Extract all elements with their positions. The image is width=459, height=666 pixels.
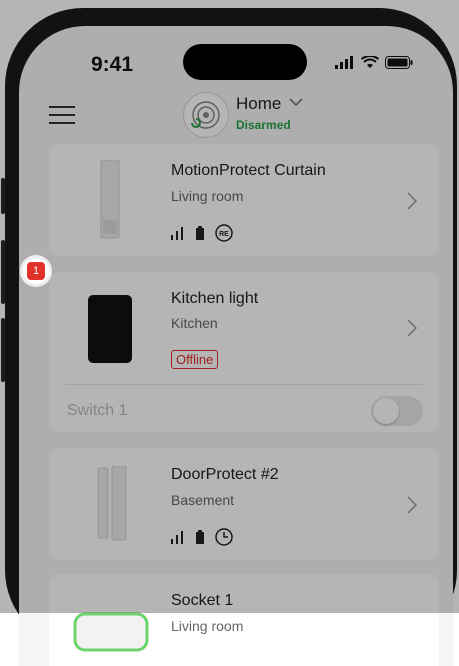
chevron-right-icon[interactable] — [407, 192, 417, 210]
alert-count-badge[interactable]: 1 — [23, 258, 49, 284]
phone-frame: 9:41 Home Disarmed MotionProtect Curtain… — [1, 8, 457, 666]
signal-icon — [171, 227, 183, 240]
device-name: Socket 1 — [171, 592, 234, 609]
signal-icon — [335, 56, 353, 69]
re-icon: RE — [215, 224, 233, 242]
device-image-light-switch — [88, 295, 132, 363]
app-header: Home Disarmed — [19, 88, 453, 140]
device-indicators — [171, 528, 233, 546]
offline-badge: Offline — [171, 350, 219, 369]
divider — [65, 384, 423, 385]
device-card-doorprotect[interactable]: DoorProtect #2 Basement — [49, 448, 439, 560]
dynamic-island — [183, 44, 307, 80]
menu-icon — [49, 106, 75, 108]
clock-icon — [215, 528, 233, 546]
device-card-motionprotect[interactable]: MotionProtect Curtain Living room RE — [49, 144, 439, 256]
hub-logo-icon[interactable] — [183, 92, 229, 138]
alert-count: 1 — [27, 262, 45, 280]
chevron-right-icon[interactable] — [407, 496, 417, 514]
device-name: Kitchen light — [171, 290, 259, 307]
screen: 9:41 Home Disarmed MotionProtect Curtain… — [19, 26, 453, 666]
phone-volume-down — [1, 318, 5, 382]
device-name: MotionProtect Curtain — [171, 162, 326, 179]
phone-side-button — [1, 178, 5, 214]
chevron-right-icon[interactable] — [407, 319, 417, 337]
phone-volume-up — [1, 240, 5, 304]
chevron-down-icon[interactable] — [289, 98, 303, 106]
device-room: Kitchen — [171, 315, 218, 331]
switch-label: Switch 1 — [67, 402, 128, 419]
device-image-socket — [73, 612, 149, 652]
status-bar: 9:41 — [19, 26, 453, 82]
device-card-kitchen-light[interactable]: Kitchen light Kitchen Offline Switch 1 — [49, 272, 439, 432]
hub-name[interactable]: Home — [236, 94, 281, 114]
hub-status: Disarmed — [236, 118, 291, 132]
device-room: Basement — [171, 492, 235, 508]
device-image-curtain — [100, 160, 120, 239]
device-indicators: RE — [171, 224, 233, 242]
device-name: DoorProtect #2 — [171, 466, 279, 483]
device-room: Living room — [171, 618, 244, 634]
signal-icon — [171, 531, 183, 544]
device-card-socket[interactable]: Socket 1 Living room — [49, 574, 439, 666]
toggle-knob — [373, 398, 399, 424]
wifi-icon — [361, 56, 379, 68]
status-icons — [335, 56, 413, 69]
battery-icon — [385, 56, 413, 69]
device-image-door-sensor — [97, 466, 127, 541]
switch-toggle[interactable] — [371, 396, 423, 426]
svg-text:RE: RE — [219, 231, 229, 238]
battery-icon — [196, 225, 204, 240]
battery-icon — [196, 529, 204, 544]
status-time: 9:41 — [91, 53, 134, 76]
device-room: Living room — [171, 188, 244, 204]
menu-button[interactable] — [49, 106, 75, 126]
